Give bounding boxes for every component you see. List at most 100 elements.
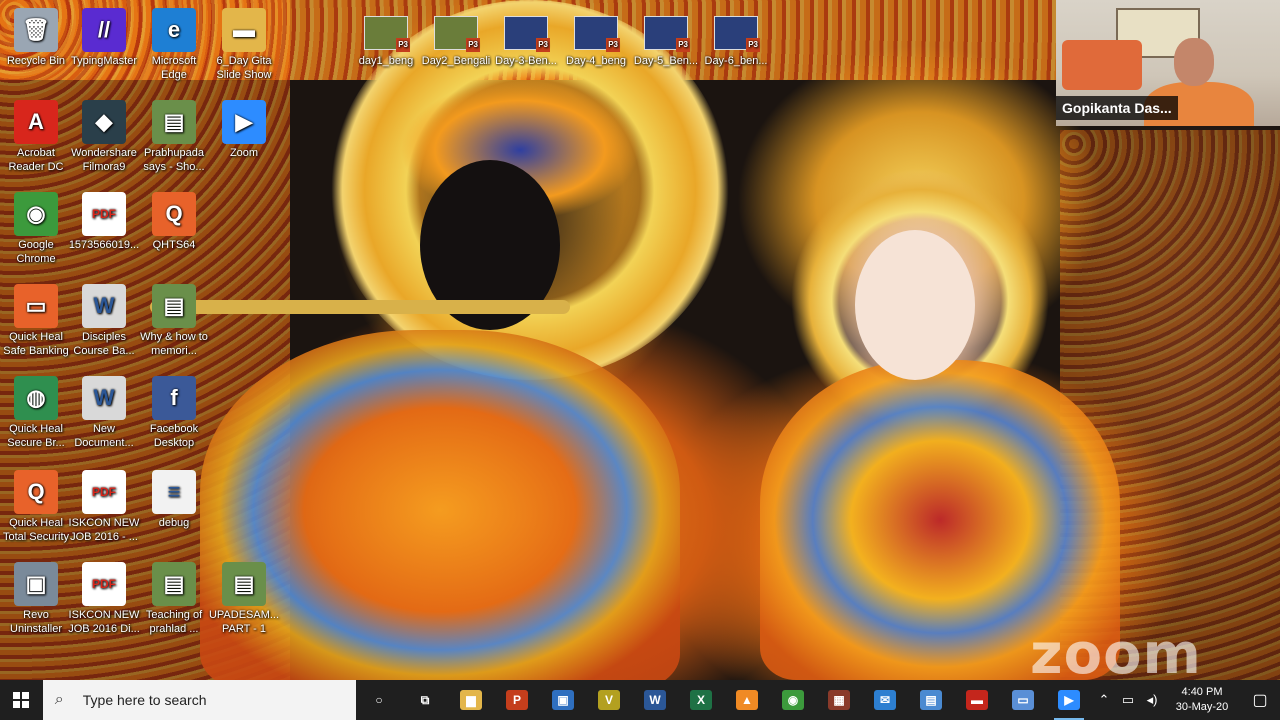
desktop-icon[interactable]: ◆ Wondershare Filmora9 xyxy=(68,100,140,174)
desktop-icon[interactable]: e Microsoft Edge xyxy=(138,8,210,82)
desktop-icon[interactable]: ▤ Why & how to memori... xyxy=(138,284,210,358)
control-panel-icon: ▤ xyxy=(920,690,942,710)
vlc-icon: ▲ xyxy=(736,690,758,710)
word-file-icon: W xyxy=(82,376,126,420)
taskbar-button[interactable]: ⧉ xyxy=(402,680,448,720)
ppt-file-icon: ▤ xyxy=(222,562,266,606)
desktop-icon[interactable]: ▤ Teaching of prahlad ... xyxy=(138,562,210,636)
desktop-icon-label: 6_Day Gita Slide Show xyxy=(216,55,272,81)
store-icon: ▣ xyxy=(552,690,574,710)
taskbar-button[interactable]: W xyxy=(632,680,678,720)
desktop-icon[interactable]: ▶ Zoom xyxy=(208,100,280,160)
desktop-icon[interactable]: PDF ISKCON NEW JOB 2016 Di... xyxy=(68,562,140,636)
desktop-icon[interactable]: Q QHTS64 xyxy=(138,192,210,252)
ppt-file-label: Day-4_beng xyxy=(566,55,626,67)
desktop-icon-label: Quick Heal Safe Banking xyxy=(3,331,69,357)
taskbar-button[interactable]: V xyxy=(586,680,632,720)
taskbar-button[interactable]: ▬ xyxy=(954,680,1000,720)
ppt-file-icon: P3 xyxy=(574,16,620,52)
taskbar-button[interactable]: ✉ xyxy=(862,680,908,720)
desktop-icon[interactable]: ▭ Quick Heal Safe Banking xyxy=(0,284,72,358)
ppt-file-icon: P3 xyxy=(434,16,480,52)
ppt-file-label: Day-5_Ben... xyxy=(633,55,699,67)
desktop-icon[interactable]: ▤ UPADESAM... PART - 1 xyxy=(208,562,280,636)
taskbar-button[interactable]: P xyxy=(494,680,540,720)
powerpoint-badge-icon: P3 xyxy=(396,38,410,52)
start-button[interactable] xyxy=(0,680,43,720)
taskbar-button[interactable]: ▤ xyxy=(908,680,954,720)
revo-icon: ▣ xyxy=(14,562,58,606)
word-icon: W xyxy=(644,690,666,710)
chevron-up-icon[interactable]: ⌃ xyxy=(1092,692,1116,708)
desktop-icon[interactable]: ◍ Quick Heal Secure Br... xyxy=(0,376,72,450)
desktop-icon-label: New Document... xyxy=(74,423,134,449)
desktop-icon[interactable]: ▬ 6_Day Gita Slide Show xyxy=(208,8,280,82)
pdf-icon: PDF xyxy=(82,562,126,606)
search-icon: ⌕ xyxy=(54,691,64,708)
quickheal-icon: Q xyxy=(14,470,58,514)
quickheal-icon: Q xyxy=(152,192,196,236)
acrobat-icon: A xyxy=(14,100,58,144)
powerpoint-badge-icon: P3 xyxy=(466,38,480,52)
ppt-file-label: day1_beng xyxy=(358,55,414,67)
desktop-icon[interactable]: PDF ISKCON NEW JOB 2016 - ... xyxy=(68,470,140,544)
ppt-file-icon: ▤ xyxy=(152,284,196,328)
taskbar-button[interactable]: ▭ xyxy=(1000,680,1046,720)
desktop-icon[interactable]: A Acrobat Reader DC xyxy=(0,100,72,174)
text-file-icon: ≡ xyxy=(152,470,196,514)
zoom-watermark: zoom xyxy=(1030,622,1202,687)
system-tray: ⌃ ▭ ◂) 4:40 PM 30-May-20 ▢ xyxy=(1092,680,1280,720)
edge-icon: e xyxy=(152,8,196,52)
desktop-icon[interactable]: // TypingMaster xyxy=(68,8,140,68)
zoom-icon: ▶ xyxy=(1058,690,1080,710)
zoom-participant-video[interactable]: Gopikanta Das... xyxy=(1056,0,1280,126)
taskbar-button[interactable]: ▆ xyxy=(448,680,494,720)
desktop-icon-label: Prabhupada says - Sho... xyxy=(143,147,205,173)
ppt-file-icon-item[interactable]: P3 Day-5_Ben... xyxy=(630,14,702,68)
desktop-icon[interactable]: W Disciples Course Ba... xyxy=(68,284,140,358)
desktop-icon[interactable]: f Facebook Desktop xyxy=(138,376,210,450)
safe-banking-icon: ▭ xyxy=(14,284,58,328)
desktop-icon[interactable]: ≡ debug xyxy=(138,470,210,530)
clock[interactable]: 4:40 PM 30-May-20 xyxy=(1164,685,1240,715)
taskbar-button[interactable]: ▣ xyxy=(540,680,586,720)
search-box[interactable]: ⌕ Type here to search xyxy=(42,680,356,720)
ppt-file-label: Day2_Bengali xyxy=(421,55,491,67)
desktop-icon[interactable]: ▣ Revo Uninstaller xyxy=(0,562,72,636)
ppt-file-icon-item[interactable]: P3 Day-6_ben... xyxy=(700,14,772,68)
taskbar-button[interactable]: ▦ xyxy=(816,680,862,720)
media-app-icon: ▦ xyxy=(828,690,850,710)
volume-icon[interactable]: ◂) xyxy=(1140,692,1164,708)
taskbar-button[interactable]: ▲ xyxy=(724,680,770,720)
ppt-file-icon-item[interactable]: P3 day1_beng xyxy=(350,14,422,68)
pdf-icon: PDF xyxy=(82,470,126,514)
ppt-file-icon: P3 xyxy=(714,16,760,52)
battery-icon[interactable]: ▭ xyxy=(1116,692,1140,708)
desktop-icon[interactable]: 🗑 Recycle Bin xyxy=(0,8,72,68)
ppt-file-icon: P3 xyxy=(364,16,410,52)
notification-icon[interactable]: ▢ xyxy=(1240,690,1280,710)
desktop-icon-label: QHTS64 xyxy=(152,239,196,251)
desktop-icon-label: Quick Heal Secure Br... xyxy=(7,423,65,449)
desktop-icon[interactable]: PDF 1573566019... xyxy=(68,192,140,252)
desktop-icon[interactable]: Q Quick Heal Total Security xyxy=(0,470,72,544)
file-explorer-icon: ▆ xyxy=(460,690,482,710)
desktop-icon-label: Facebook Desktop xyxy=(149,423,199,449)
taskbar-button[interactable]: ◉ xyxy=(770,680,816,720)
desktop-icon[interactable]: ▤ Prabhupada says - Sho... xyxy=(138,100,210,174)
desktop-icon-label: Google Chrome xyxy=(16,239,56,265)
radha-face xyxy=(855,230,975,380)
ppt-file-icon-item[interactable]: P3 Day2_Bengali xyxy=(420,14,492,68)
desktop-icon-label: debug xyxy=(158,517,190,529)
ppt-file-label: Day-3-Ben... xyxy=(495,55,557,67)
desktop-icon[interactable]: W New Document... xyxy=(68,376,140,450)
ppt-file-icon-item[interactable]: P3 Day-4_beng xyxy=(560,14,632,68)
search-placeholder: Type here to search xyxy=(82,692,207,708)
desktop-icon-label: Disciples Course Ba... xyxy=(73,331,135,357)
desktop-icon[interactable]: ◉ Google Chrome xyxy=(0,192,72,266)
taskbar-button[interactable]: ○ xyxy=(356,680,402,720)
taskbar-button[interactable]: ▶ xyxy=(1046,680,1092,720)
taskbar-button[interactable]: X xyxy=(678,680,724,720)
clock-time: 4:40 PM xyxy=(1181,686,1223,698)
ppt-file-icon-item[interactable]: P3 Day-3-Ben... xyxy=(490,14,562,68)
